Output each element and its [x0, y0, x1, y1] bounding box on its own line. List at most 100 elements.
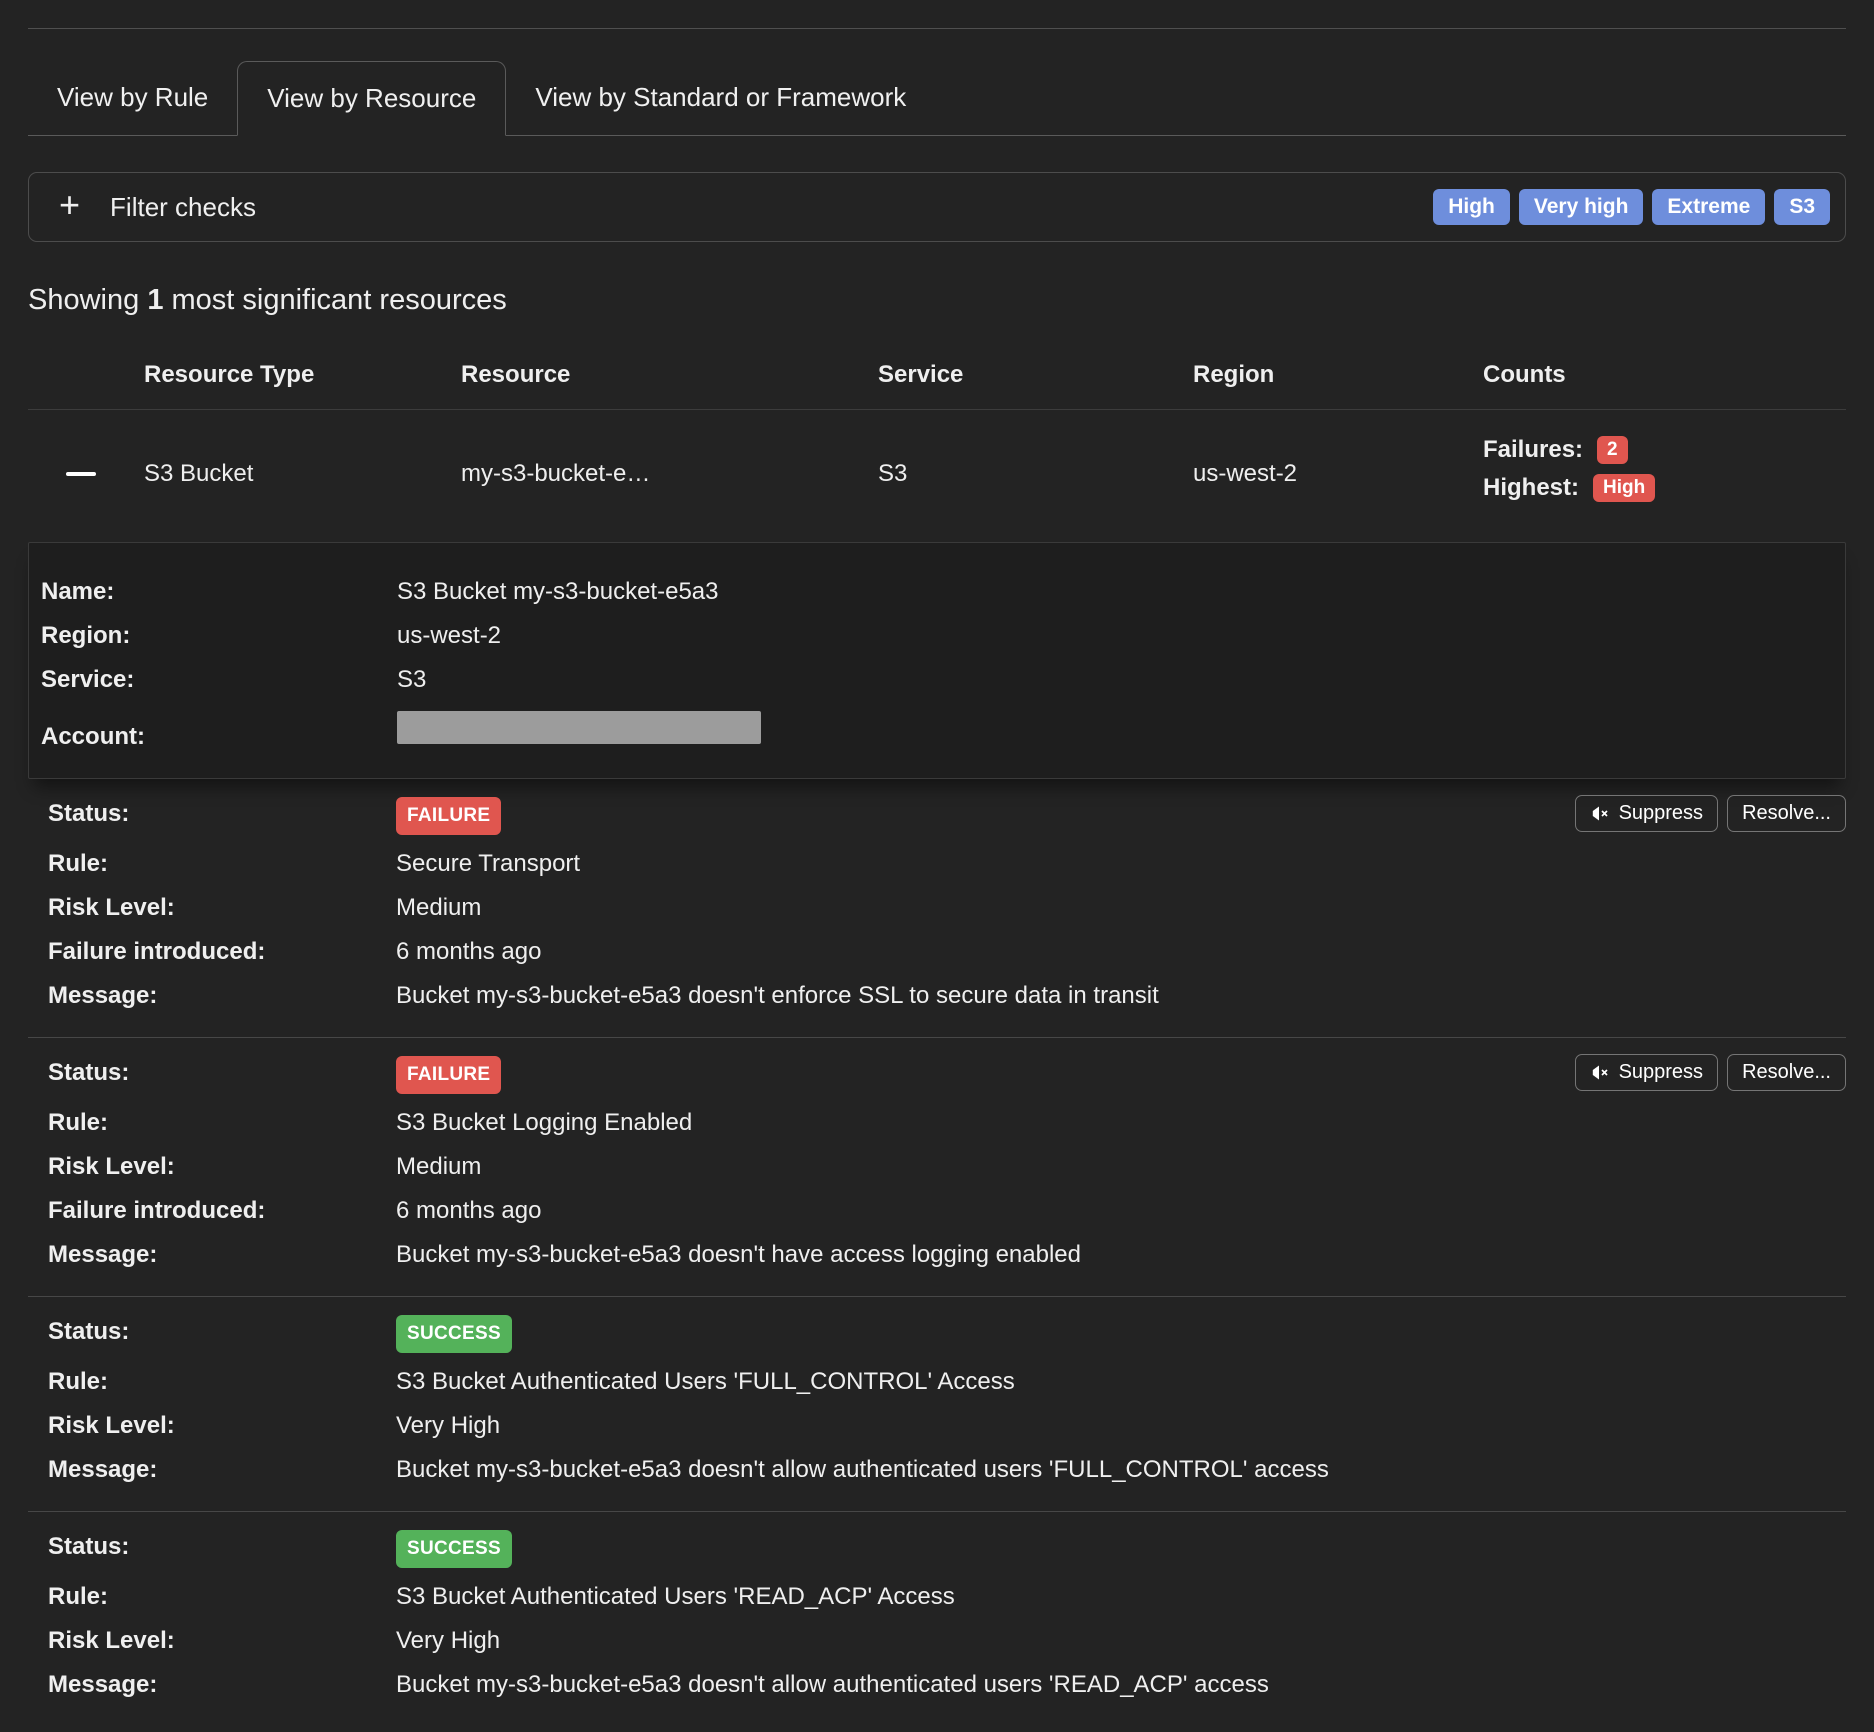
failures-count-badge: 2 [1597, 436, 1628, 464]
resolve-button[interactable]: Resolve... [1727, 1054, 1846, 1091]
top-divider [28, 28, 1846, 29]
failure-introduced-row: Failure introduced: 6 months ago [48, 937, 1846, 967]
suppress-button-label: Suppress [1619, 1061, 1704, 1084]
message-label: Message: [48, 1240, 396, 1270]
header-spacer [28, 361, 144, 389]
region-label: Region: [41, 621, 397, 651]
check-section-secure-transport: Status: FAILURE Rule: Secure Transport R… [28, 779, 1846, 1037]
account-label: Account: [41, 722, 397, 752]
cell-region: us-west-2 [1193, 460, 1483, 488]
cell-counts: Failures: 2 Highest: High [1483, 436, 1846, 512]
rule-value: Secure Transport [396, 849, 1846, 879]
failure-introduced-label: Failure introduced: [48, 1196, 396, 1226]
checks-page: View by Rule View by Resource View by St… [0, 0, 1874, 1732]
summary-count: 1 [147, 284, 163, 316]
col-header-service: Service [878, 361, 1193, 389]
risk-label: Risk Level: [48, 1411, 396, 1441]
detail-row-service: Service: S3 [41, 665, 1825, 695]
rule-row: Rule: S3 Bucket Logging Enabled [48, 1108, 1846, 1138]
tab-view-by-resource[interactable]: View by Resource [237, 61, 506, 136]
filter-chip-list: High Very high Extreme S3 [1433, 189, 1830, 225]
risk-value: Medium [396, 1152, 1846, 1182]
status-label: Status: [48, 799, 396, 829]
check-list: Status: FAILURE Rule: Secure Transport R… [28, 779, 1846, 1726]
check-actions: Suppress Resolve... [1575, 1054, 1846, 1091]
filter-chip-s3[interactable]: S3 [1774, 189, 1830, 225]
rule-row: Rule: S3 Bucket Authenticated Users 'FUL… [48, 1367, 1846, 1397]
filter-chip-extreme[interactable]: Extreme [1652, 189, 1765, 225]
status-label: Status: [48, 1532, 396, 1562]
service-value: S3 [397, 665, 1825, 695]
detail-row-account: Account: [41, 709, 1825, 752]
account-value-redacted [397, 711, 761, 744]
cell-resource: my-s3-bucket-e… [461, 460, 878, 488]
col-header-region: Region [1193, 361, 1483, 389]
risk-value: Very High [396, 1411, 1846, 1441]
check-actions: Suppress Resolve... [1575, 795, 1846, 832]
results-summary: Showing 1 most significant resources [28, 284, 1846, 317]
rule-label: Rule: [48, 1367, 396, 1397]
mute-icon [1590, 1065, 1610, 1080]
rule-value: S3 Bucket Authenticated Users 'READ_ACP'… [396, 1582, 1846, 1612]
tab-view-by-standard[interactable]: View by Standard or Framework [506, 61, 935, 135]
rule-label: Rule: [48, 1582, 396, 1612]
tab-bar: View by Rule View by Resource View by St… [28, 61, 1846, 136]
name-label: Name: [41, 577, 397, 607]
check-section-logging-enabled: Status: FAILURE Rule: S3 Bucket Logging … [28, 1037, 1846, 1296]
collapse-icon[interactable] [66, 472, 96, 476]
summary-suffix: most significant resources [172, 284, 507, 316]
resolve-button-label: Resolve... [1742, 1061, 1831, 1084]
filter-checks-bar[interactable]: + Filter checks High Very high Extreme S… [28, 172, 1846, 242]
filter-checks-label: Filter checks [110, 192, 256, 223]
service-label: Service: [41, 665, 397, 695]
table-row[interactable]: S3 Bucket my-s3-bucket-e… S3 us-west-2 F… [28, 410, 1846, 542]
rule-label: Rule: [48, 1108, 396, 1138]
message-value: Bucket my-s3-bucket-e5a3 doesn't allow a… [396, 1670, 1846, 1700]
highest-risk-line: Highest: High [1483, 474, 1846, 502]
failure-introduced-label: Failure introduced: [48, 937, 396, 967]
message-label: Message: [48, 1455, 396, 1485]
status-label: Status: [48, 1058, 396, 1088]
col-header-counts: Counts [1483, 361, 1846, 389]
status-badge-success: SUCCESS [396, 1530, 512, 1568]
col-header-resource: Resource [461, 361, 878, 389]
failure-introduced-row: Failure introduced: 6 months ago [48, 1196, 1846, 1226]
risk-label: Risk Level: [48, 1152, 396, 1182]
resource-detail-panel: Name: S3 Bucket my-s3-bucket-e5a3 Region… [28, 542, 1846, 779]
row-expander[interactable] [28, 472, 144, 476]
risk-row: Risk Level: Very High [48, 1626, 1846, 1656]
rule-row: Rule: Secure Transport [48, 849, 1846, 879]
cell-resource-type: S3 Bucket [144, 460, 461, 488]
highest-label: Highest: [1483, 474, 1579, 502]
rule-row: Rule: S3 Bucket Authenticated Users 'REA… [48, 1582, 1846, 1612]
col-header-resource-type: Resource Type [144, 361, 461, 389]
resolve-button[interactable]: Resolve... [1727, 795, 1846, 832]
status-badge-failure: FAILURE [396, 1056, 501, 1094]
rule-value: S3 Bucket Authenticated Users 'FULL_CONT… [396, 1367, 1846, 1397]
message-value: Bucket my-s3-bucket-e5a3 doesn't enforce… [396, 981, 1846, 1011]
suppress-button[interactable]: Suppress [1575, 795, 1719, 832]
tab-view-by-rule[interactable]: View by Rule [28, 61, 237, 135]
rule-value: S3 Bucket Logging Enabled [396, 1108, 1846, 1138]
message-label: Message: [48, 981, 396, 1011]
suppress-button[interactable]: Suppress [1575, 1054, 1719, 1091]
message-label: Message: [48, 1670, 396, 1700]
resolve-button-label: Resolve... [1742, 802, 1831, 825]
message-value: Bucket my-s3-bucket-e5a3 doesn't allow a… [396, 1455, 1846, 1485]
region-value: us-west-2 [397, 621, 1825, 651]
risk-row: Risk Level: Very High [48, 1411, 1846, 1441]
highest-risk-badge: High [1593, 474, 1655, 502]
filter-chip-very-high[interactable]: Very high [1519, 189, 1644, 225]
rule-label: Rule: [48, 849, 396, 879]
status-badge-failure: FAILURE [396, 797, 501, 835]
resource-table: Resource Type Resource Service Region Co… [28, 361, 1846, 542]
cell-service: S3 [878, 460, 1193, 488]
message-row: Message: Bucket my-s3-bucket-e5a3 doesn'… [48, 1670, 1846, 1700]
detail-row-region: Region: us-west-2 [41, 621, 1825, 651]
risk-value: Very High [396, 1626, 1846, 1656]
message-row: Message: Bucket my-s3-bucket-e5a3 doesn'… [48, 981, 1846, 1011]
message-value: Bucket my-s3-bucket-e5a3 doesn't have ac… [396, 1240, 1846, 1270]
failures-label: Failures: [1483, 436, 1583, 464]
filter-chip-high[interactable]: High [1433, 189, 1510, 225]
check-section-full-control: Status: SUCCESS Rule: S3 Bucket Authenti… [28, 1296, 1846, 1511]
